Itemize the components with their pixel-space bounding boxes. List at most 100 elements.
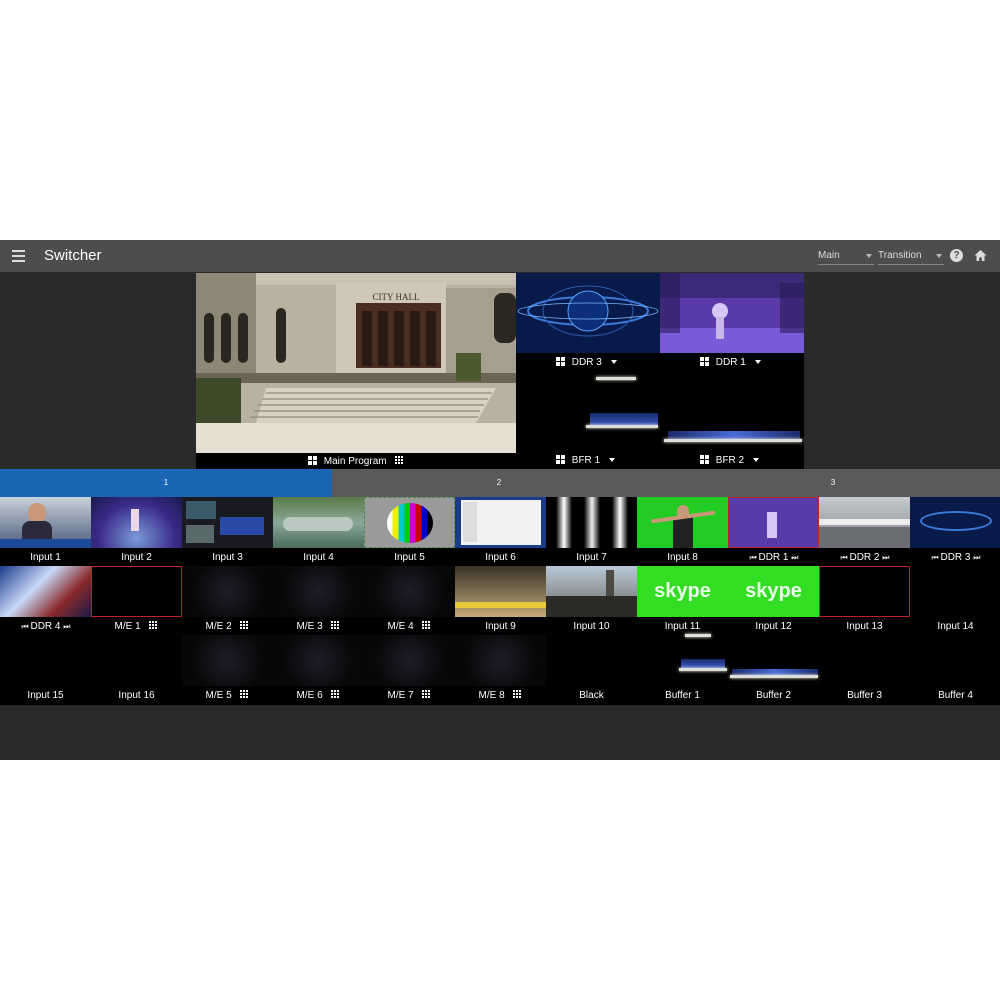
cell-label: M/E 1 [114,621,141,632]
source-input-11[interactable]: skype Input 11 [637,566,728,635]
main-program-monitor[interactable]: CITY HALL Main Program [196,273,516,469]
help-icon[interactable]: ? [950,249,963,262]
source-input-5[interactable]: Input 5 [364,497,455,566]
input-4-thumb [273,497,364,548]
cell-label: M/E 8 [478,690,505,701]
grid-menu-icon[interactable] [240,621,250,630]
source-ddr-4[interactable]: ⏮ DDR 4 ⏭ [0,566,91,635]
source-ddr-1[interactable]: ⏮ DDR 1 ⏭ [728,497,819,566]
tab-2[interactable]: 2 [332,469,666,497]
source-me-7[interactable]: M/E 7 [364,635,455,704]
skip-back-icon[interactable]: ⏮ [750,553,757,562]
transition-select[interactable]: Transition [878,247,944,265]
chevron-down-icon[interactable] [754,360,761,364]
source-input-10[interactable]: Input 10 [546,566,637,635]
me1-label: M/E 1 [91,621,182,632]
source-input-13[interactable]: Input 13 [819,566,910,635]
cell-label: Input 3 [212,552,243,563]
skip-back-icon[interactable]: ⏮ [932,553,939,562]
grid-menu-icon[interactable] [240,690,250,699]
input-9-thumb [455,566,546,617]
ddr-2-thumb [819,497,910,548]
play-next-icon[interactable]: ⏭ [63,622,70,631]
tab-1[interactable]: 1 [0,469,332,497]
cell-label: Input 11 [664,621,701,632]
hamburger-menu-icon[interactable] [12,250,25,262]
layout-grid-icon [308,456,317,465]
tab-3[interactable]: 3 [666,469,1000,497]
source-input-12[interactable]: skype Input 12 [728,566,819,635]
grid-menu-icon[interactable] [422,621,432,630]
source-input-16[interactable]: Input 16 [91,635,182,704]
ddr1-image [660,273,804,353]
ddr3-monitor-text: DDR 3 [571,357,602,368]
source-me-8[interactable]: M/E 8 [455,635,546,704]
chevron-down-icon [866,254,872,258]
ddr-3-thumb [910,497,1000,548]
cell-label: M/E 2 [205,621,232,632]
source-buffer-2[interactable]: Buffer 2 [728,635,819,704]
ddr3-monitor[interactable]: DDR 3 [516,273,660,371]
home-icon[interactable] [974,249,987,262]
grid-menu-icon[interactable] [395,456,405,465]
source-input-8[interactable]: Input 8 [637,497,728,566]
ddr1-monitor[interactable]: DDR 1 [660,273,804,371]
chevron-down-icon[interactable] [752,458,759,462]
source-input-15[interactable]: Input 15 [0,635,91,704]
ddr3-transport: ⏮ DDR 3 ⏭ [910,552,1000,563]
source-me-6[interactable]: M/E 6 [273,635,364,704]
source-input-14[interactable]: Input 14 [910,566,1000,635]
bfr1-monitor[interactable]: BFR 1 [516,371,660,469]
transition-select-value: Transition [878,250,922,261]
source-buffer-3[interactable]: Buffer 3 [819,635,910,704]
source-ddr-3[interactable]: ⏮ DDR 3 ⏭ [910,497,1000,566]
ddr1-transport: ⏮ DDR 1 ⏭ [728,552,819,563]
cell-label: Input 4 [303,552,334,563]
source-black[interactable]: Black [546,635,637,704]
grid-menu-icon[interactable] [331,621,341,630]
ddr3-monitor-label: DDR 3 [556,357,617,368]
me-2-thumb [182,566,273,617]
grid-menu-icon[interactable] [331,690,341,699]
source-buffer-4[interactable]: Buffer 4 [910,635,1000,704]
source-me-3[interactable]: M/E 3 [273,566,364,635]
grid-menu-icon[interactable] [422,690,432,699]
cell-label: DDR 4 [30,621,61,632]
buffer-1-thumb [681,659,725,668]
source-input-6[interactable]: Input 6 [455,497,546,566]
chevron-down-icon[interactable] [608,458,615,462]
chevron-down-icon[interactable] [610,360,617,364]
source-input-4[interactable]: Input 4 [273,497,364,566]
bfr2-monitor-label: BFR 2 [700,455,759,466]
source-me-2[interactable]: M/E 2 [182,566,273,635]
bfr1-monitor-label: BFR 1 [556,455,615,466]
grid-menu-icon[interactable] [513,690,523,699]
program-image: CITY HALL [196,273,516,453]
skip-back-icon[interactable]: ⏮ [22,622,29,631]
source-input-3[interactable]: Input 3 [182,497,273,566]
source-input-7[interactable]: Input 7 [546,497,637,566]
ddr-4-thumb [0,566,91,617]
input-11-thumb: skype [637,566,728,617]
play-next-icon[interactable]: ⏭ [791,553,798,562]
bfr2-monitor[interactable]: BFR 2 [660,371,804,469]
source-me-1[interactable]: M/E 1 [91,566,182,635]
cell-label: Buffer 1 [665,690,700,701]
main-select[interactable]: Main [818,247,874,265]
play-next-icon[interactable]: ⏭ [882,553,889,562]
source-me-4[interactable]: M/E 4 [364,566,455,635]
app-title: Switcher [44,247,102,264]
source-input-9[interactable]: Input 9 [455,566,546,635]
source-ddr-2[interactable]: ⏮ DDR 2 ⏭ [819,497,910,566]
source-input-1[interactable]: Input 1 [0,497,91,566]
main-program-text: Main Program [323,456,387,467]
ddr4-transport: ⏮ DDR 4 ⏭ [0,621,91,632]
source-me-5[interactable]: M/E 5 [182,635,273,704]
grid-menu-icon[interactable] [149,621,159,630]
skip-back-icon[interactable]: ⏮ [841,553,848,562]
play-next-icon[interactable]: ⏭ [973,553,980,562]
source-buffer-1[interactable]: Buffer 1 [637,634,728,704]
layout-grid-icon [700,357,709,366]
input-10-thumb [546,566,637,617]
source-input-2[interactable]: Input 2 [91,497,182,566]
